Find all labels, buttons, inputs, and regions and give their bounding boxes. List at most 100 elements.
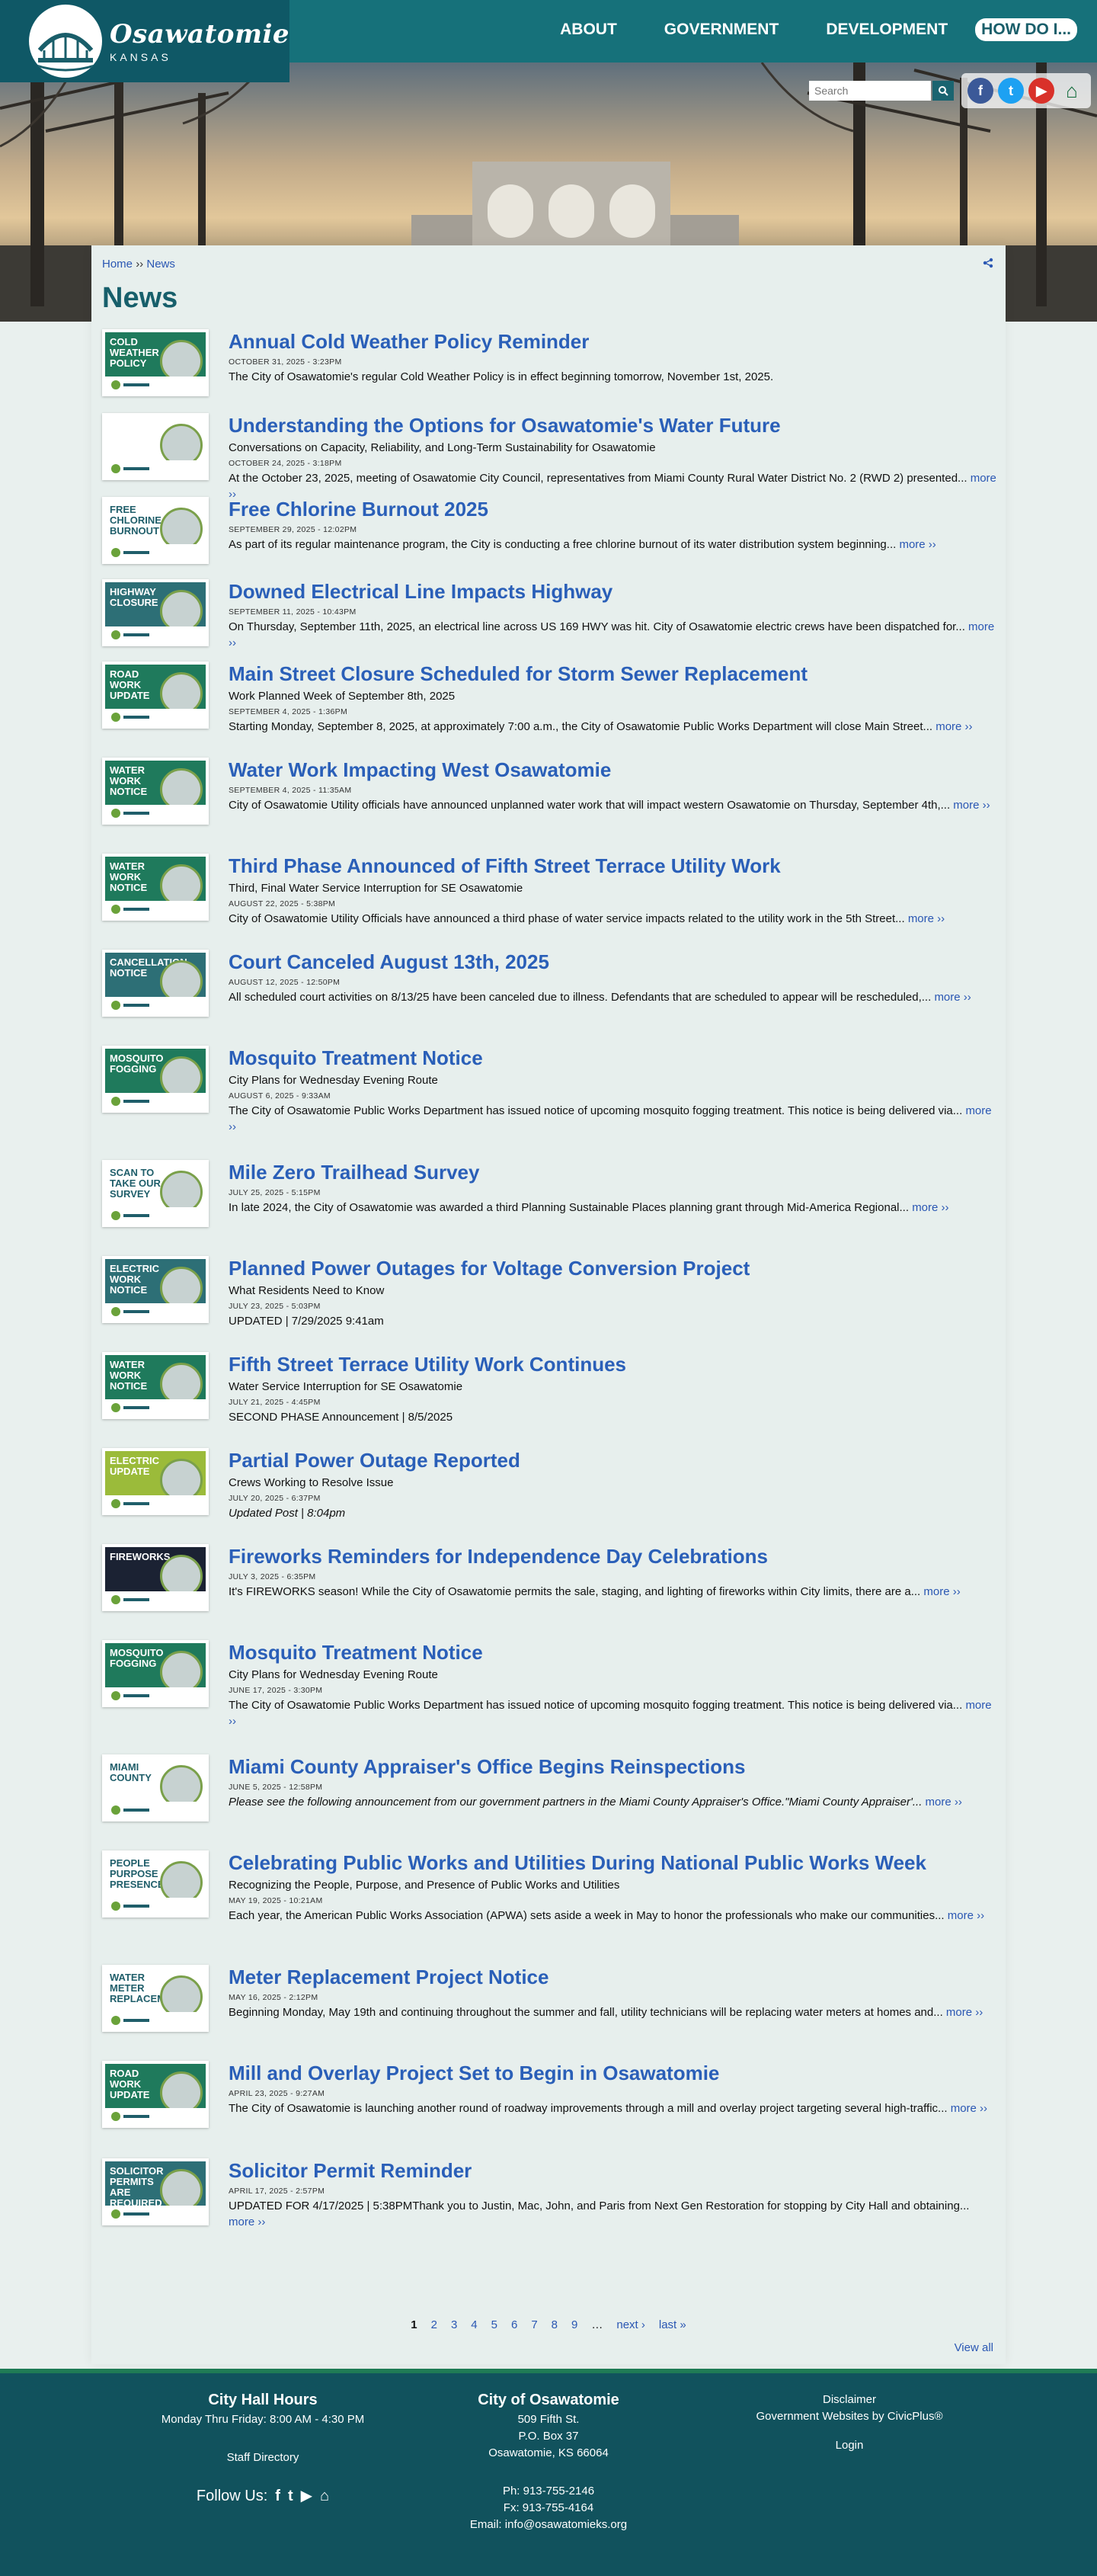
- search-box: [809, 81, 954, 101]
- read-more-link[interactable]: more ››: [899, 538, 935, 551]
- news-thumbnail-image[interactable]: COLD WEATHER POLICY: [102, 329, 209, 396]
- news-thumbnail-image[interactable]: [102, 413, 209, 480]
- search-button[interactable]: [932, 81, 954, 101]
- search-input[interactable]: [809, 81, 931, 101]
- page-2-link[interactable]: 2: [431, 2318, 437, 2331]
- read-more-link[interactable]: more ››: [923, 1585, 960, 1598]
- news-date: OCTOBER 31, 2025 - 3:23PM: [229, 357, 342, 367]
- news-thumbnail-image[interactable]: PEOPLE PURPOSE PRESENCE: [102, 1850, 209, 1918]
- email-link[interactable]: Email: info@osawatomieks.org: [423, 2517, 674, 2533]
- news-thumbnail-image[interactable]: ELECTRIC UPDATE: [102, 1448, 209, 1515]
- news-title-link[interactable]: Planned Power Outages for Voltage Conver…: [229, 1256, 998, 1280]
- home-icon[interactable]: ⌂: [320, 2488, 329, 2504]
- news-title-link[interactable]: Fifth Street Terrace Utility Work Contin…: [229, 1352, 998, 1376]
- news-body: Celebrating Public Works and Utilities D…: [229, 1850, 998, 1924]
- disclaimer-link[interactable]: Disclaimer: [724, 2392, 975, 2408]
- twitter-icon[interactable]: t: [998, 78, 1024, 104]
- news-thumbnail-image[interactable]: FIREWORKS: [102, 1544, 209, 1611]
- news-title-link[interactable]: Mosquito Treatment Notice: [229, 1046, 998, 1070]
- news-title-link[interactable]: Court Canceled August 13th, 2025: [229, 950, 998, 974]
- news-thumbnail-image[interactable]: SCAN TO TAKE OUR SURVEY: [102, 1160, 209, 1227]
- read-more-link[interactable]: more ››: [948, 1909, 984, 1922]
- news-date: JULY 3, 2025 - 6:35PM: [229, 1572, 316, 1581]
- nav-about[interactable]: ABOUT: [560, 18, 617, 41]
- news-body: Water Work Impacting West Osawatomie SEPT…: [229, 758, 998, 813]
- news-thumbnail-image[interactable]: ROAD WORK UPDATE: [102, 2061, 209, 2128]
- read-more-link[interactable]: more ››: [934, 991, 971, 1004]
- thumbnail-label: WATER METER REPLACEMENT: [110, 1972, 185, 2004]
- news-title-link[interactable]: Mile Zero Trailhead Survey: [229, 1160, 998, 1184]
- news-title-link[interactable]: Free Chlorine Burnout 2025: [229, 497, 998, 521]
- staff-directory-link[interactable]: Staff Directory: [137, 2449, 389, 2466]
- news-title-link[interactable]: Main Street Closure Scheduled for Storm …: [229, 662, 998, 686]
- news-thumbnail-image[interactable]: MIAMI COUNTY: [102, 1754, 209, 1821]
- news-title-link[interactable]: Mill and Overlay Project Set to Begin in…: [229, 2061, 998, 2085]
- news-thumbnail-image[interactable]: Solicitor Permits Are REQUIRED: [102, 2158, 209, 2225]
- read-more-link[interactable]: more ››: [953, 799, 990, 812]
- news-title-link[interactable]: Celebrating Public Works and Utilities D…: [229, 1850, 998, 1875]
- read-more-link[interactable]: more ››: [908, 912, 945, 925]
- news-title-link[interactable]: Mosquito Treatment Notice: [229, 1640, 998, 1664]
- news-excerpt-text: The City of Osawatomie's regular Cold We…: [229, 370, 774, 383]
- news-title-link[interactable]: Solicitor Permit Reminder: [229, 2158, 998, 2183]
- news-excerpt: All scheduled court activities on 8/13/2…: [229, 989, 998, 1005]
- news-thumbnail-image[interactable]: WATER METER REPLACEMENT: [102, 1965, 209, 2032]
- page-9-link[interactable]: 9: [571, 2318, 577, 2331]
- breadcrumb: Home ›› News: [102, 258, 175, 271]
- news-title-link[interactable]: Miami County Appraiser's Office Begins R…: [229, 1754, 998, 1779]
- civicplus-link[interactable]: Government Websites by CivicPlus®: [724, 2408, 975, 2425]
- twitter-icon[interactable]: t: [288, 2488, 293, 2504]
- news-title-link[interactable]: Understanding the Options for Osawatomie…: [229, 413, 998, 437]
- news-thumbnail-image[interactable]: WATER WORK NOTICE: [102, 854, 209, 921]
- news-title-link[interactable]: Annual Cold Weather Policy Reminder: [229, 329, 998, 354]
- news-thumbnail-image[interactable]: HIGHWAY CLOSURE: [102, 579, 209, 646]
- news-thumbnail-image[interactable]: ELECTRIC WORK NOTICE: [102, 1256, 209, 1323]
- home-icon[interactable]: ⌂: [1059, 78, 1085, 104]
- news-title-link[interactable]: Water Work Impacting West Osawatomie: [229, 758, 998, 782]
- read-more-link[interactable]: more ››: [912, 1201, 948, 1214]
- nav-development[interactable]: DEVELOPMENT: [826, 18, 948, 41]
- news-thumbnail-image[interactable]: FREE CHLORINE BURNOUT: [102, 497, 209, 564]
- news-excerpt-text: As part of its regular maintenance progr…: [229, 538, 897, 551]
- facebook-icon[interactable]: f: [967, 78, 993, 104]
- pager-last-link[interactable]: last »: [659, 2318, 686, 2331]
- news-thumbnail-image[interactable]: WATER WORK NOTICE: [102, 758, 209, 825]
- youtube-icon[interactable]: ▶: [301, 2488, 312, 2504]
- breadcrumb-home[interactable]: Home: [102, 258, 133, 271]
- news-thumbnail-image[interactable]: ROAD WORK UPDATE: [102, 662, 209, 729]
- news-title-link[interactable]: Fireworks Reminders for Independence Day…: [229, 1544, 998, 1568]
- news-title-link[interactable]: Meter Replacement Project Notice: [229, 1965, 998, 1989]
- read-more-link[interactable]: more ››: [229, 2216, 265, 2228]
- nav-how-do-i[interactable]: HOW DO I...: [975, 18, 1077, 41]
- content-panel: Home ›› News News COLD WEATHER POLICY Ann…: [91, 245, 1006, 2364]
- page-6-link[interactable]: 6: [511, 2318, 517, 2331]
- thumbnail-label: ELECTRIC WORK NOTICE: [110, 1263, 159, 1296]
- page-8-link[interactable]: 8: [552, 2318, 558, 2331]
- news-thumbnail-image[interactable]: WATER WORK NOTICE: [102, 1352, 209, 1419]
- pager-next-link[interactable]: next ›: [616, 2318, 645, 2331]
- news-thumbnail-image[interactable]: MOSQUITO FOGGING: [102, 1046, 209, 1113]
- breadcrumb-news[interactable]: News: [146, 258, 175, 271]
- site-logo[interactable]: Osawatomie KANSAS: [0, 0, 289, 82]
- news-excerpt-text: Please see the following announcement fr…: [229, 1796, 923, 1809]
- login-link[interactable]: Login: [724, 2437, 975, 2454]
- page-4-link[interactable]: 4: [471, 2318, 477, 2331]
- news-title-link[interactable]: Downed Electrical Line Impacts Highway: [229, 579, 998, 604]
- facebook-icon[interactable]: f: [275, 2488, 280, 2504]
- read-more-link[interactable]: more ››: [946, 2006, 983, 2019]
- news-thumbnail-image[interactable]: MOSQUITO FOGGING: [102, 1640, 209, 1707]
- news-title-link[interactable]: Third Phase Announced of Fifth Street Te…: [229, 854, 998, 878]
- news-thumbnail-image[interactable]: CANCELLATION NOTICE: [102, 950, 209, 1017]
- read-more-link[interactable]: more ››: [935, 720, 972, 733]
- page-7-link[interactable]: 7: [531, 2318, 537, 2331]
- read-more-link[interactable]: more ››: [951, 2102, 987, 2115]
- view-all-link[interactable]: View all: [955, 2341, 993, 2354]
- read-more-link[interactable]: more ››: [926, 1796, 962, 1809]
- nav-government[interactable]: GOVERNMENT: [664, 18, 779, 41]
- share-icon[interactable]: [983, 258, 993, 272]
- youtube-icon[interactable]: ▶: [1028, 78, 1054, 104]
- page-3-link[interactable]: 3: [451, 2318, 457, 2331]
- news-date: MAY 19, 2025 - 10:21AM: [229, 1896, 323, 1905]
- news-title-link[interactable]: Partial Power Outage Reported: [229, 1448, 998, 1472]
- page-5-link[interactable]: 5: [491, 2318, 497, 2331]
